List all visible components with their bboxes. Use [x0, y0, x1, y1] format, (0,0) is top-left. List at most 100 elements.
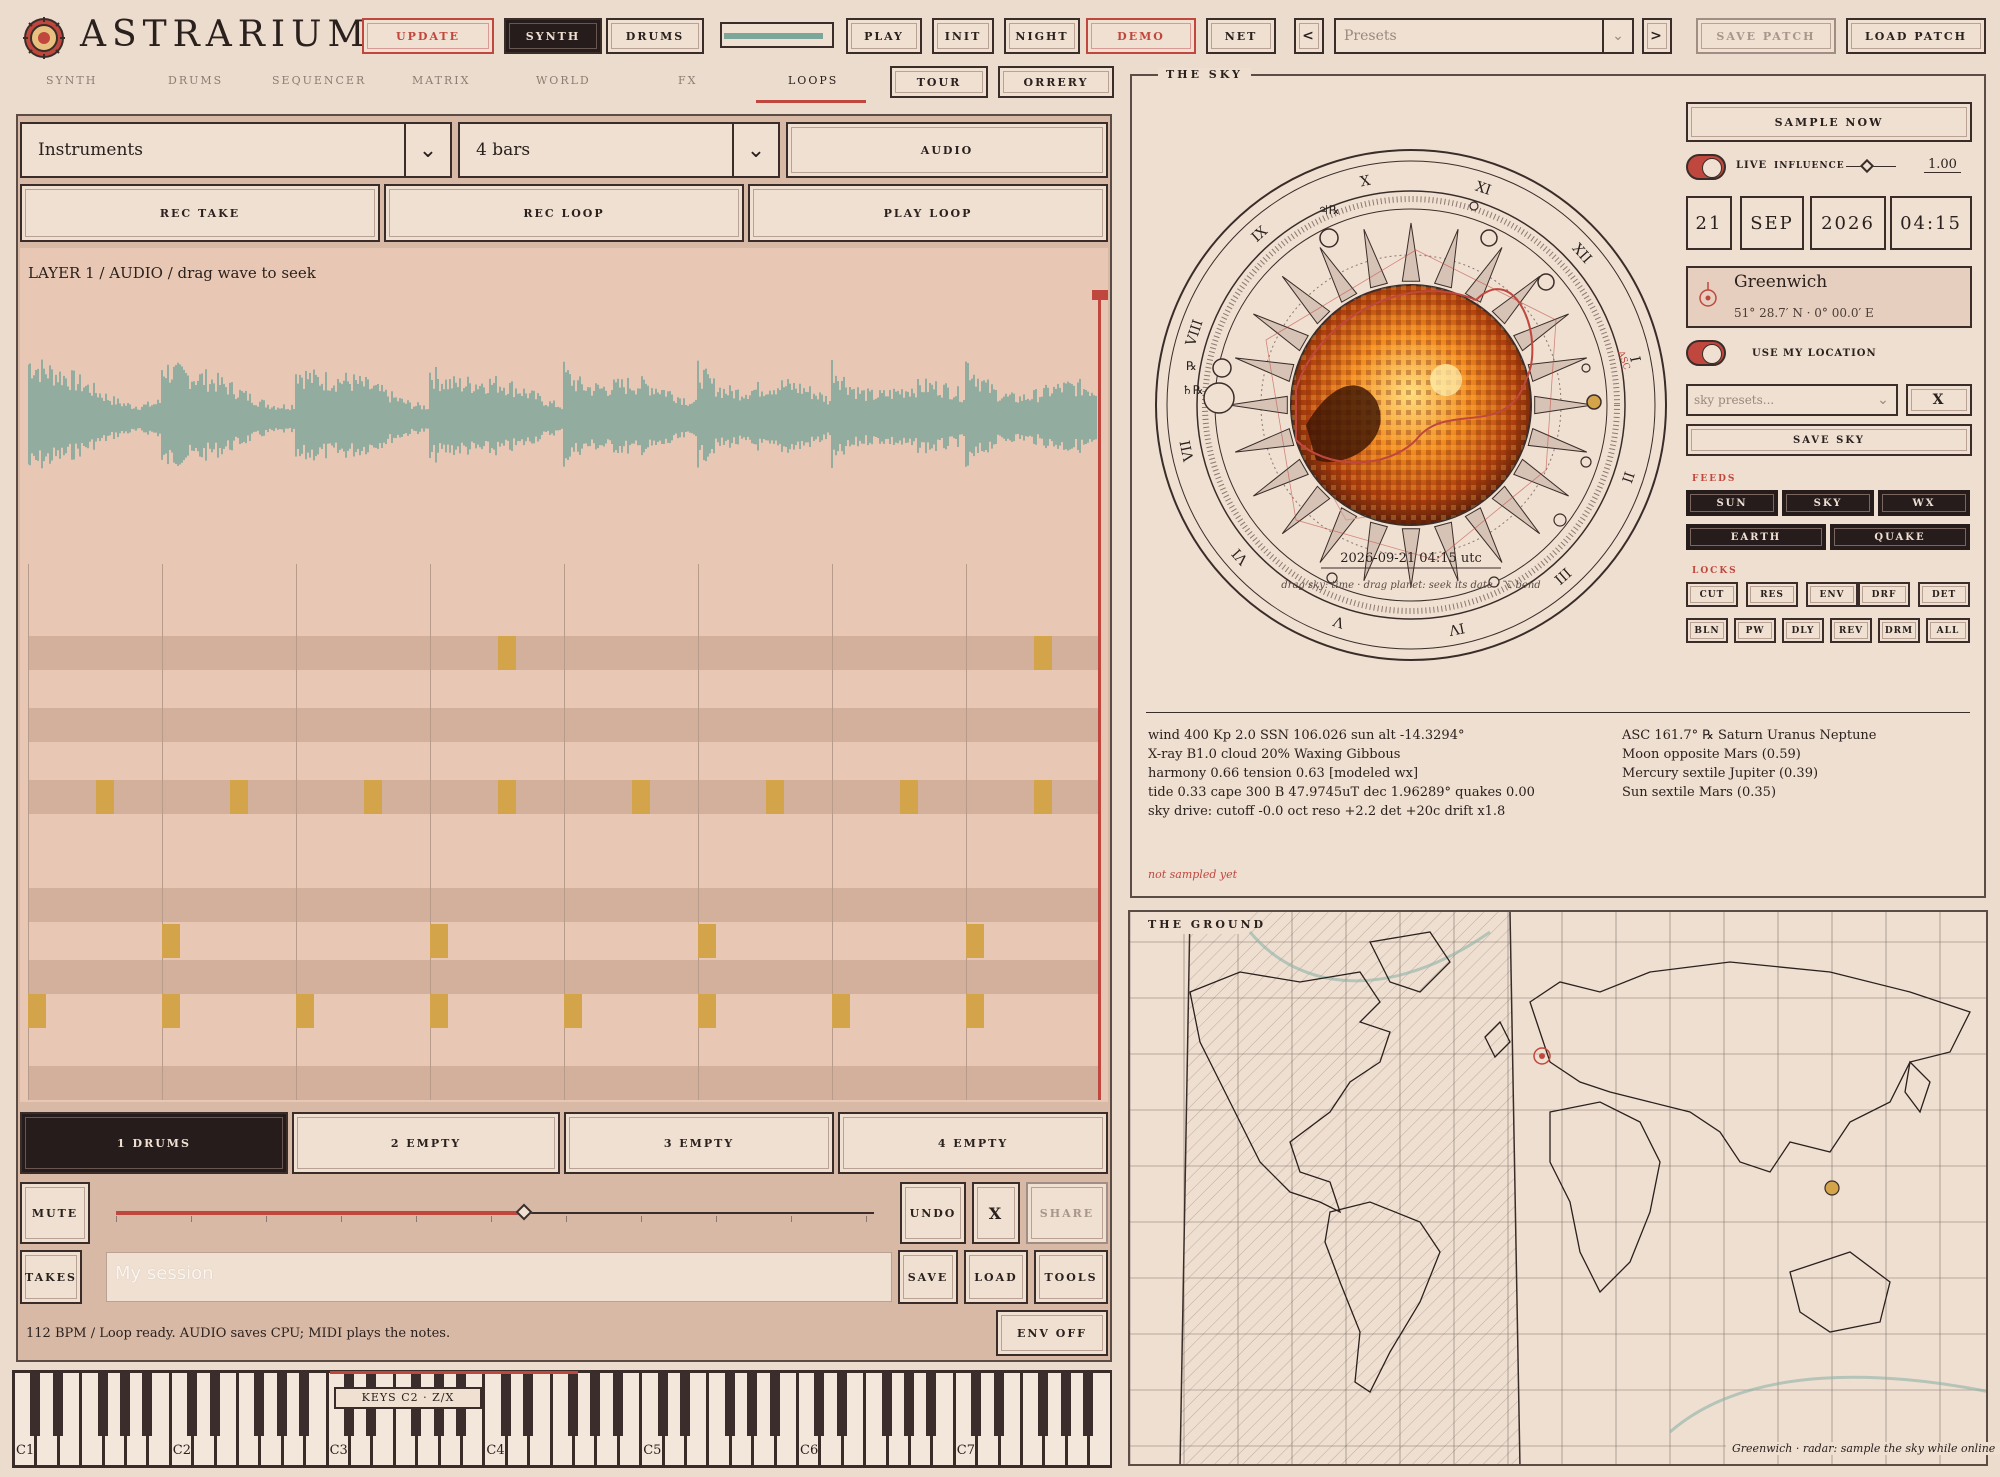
black-key[interactable]: [276, 1372, 287, 1436]
black-key[interactable]: [836, 1372, 847, 1436]
save-button[interactable]: SAVE: [898, 1250, 958, 1304]
tab-sequencer[interactable]: SEQUENCER: [272, 74, 366, 87]
black-key[interactable]: [1038, 1372, 1049, 1436]
note-cell[interactable]: [96, 780, 114, 814]
drums-button[interactable]: DRUMS: [606, 18, 704, 54]
playhead-handle[interactable]: [1092, 290, 1108, 300]
presets-select[interactable]: Presets ⌄: [1334, 18, 1634, 54]
note-cell[interactable]: [766, 780, 784, 814]
note-cell[interactable]: [364, 780, 382, 814]
slot-1-button[interactable]: 1 DRUMS: [20, 1112, 288, 1174]
night-button[interactable]: NIGHT: [1004, 18, 1080, 54]
sample-now-button[interactable]: SAMPLE NOW: [1686, 102, 1972, 142]
black-key[interactable]: [971, 1372, 982, 1436]
black-key[interactable]: [747, 1372, 758, 1436]
tab-loops[interactable]: LOOPS: [788, 74, 838, 87]
note-cell[interactable]: [430, 994, 448, 1028]
tour-button[interactable]: TOUR: [890, 66, 988, 98]
black-key[interactable]: [120, 1372, 130, 1436]
note-cell[interactable]: [900, 780, 918, 814]
mute-button[interactable]: MUTE: [20, 1182, 90, 1244]
note-cell[interactable]: [296, 994, 314, 1028]
note-cell[interactable]: [632, 780, 650, 814]
note-cell[interactable]: [698, 924, 716, 958]
preset-next-button[interactable]: >: [1642, 18, 1672, 54]
play-button[interactable]: PLAY: [846, 18, 922, 54]
lock-bln-button[interactable]: BLN: [1686, 618, 1728, 643]
note-cell[interactable]: [430, 924, 448, 958]
black-key[interactable]: [30, 1372, 41, 1436]
tab-drums[interactable]: DRUMS: [168, 74, 223, 87]
sky-presets-clear-button[interactable]: X: [1906, 384, 1972, 416]
note-cell[interactable]: [698, 994, 716, 1028]
black-key[interactable]: [187, 1372, 198, 1436]
loop-slider[interactable]: [116, 1200, 874, 1226]
note-cell[interactable]: [498, 780, 516, 814]
live-toggle[interactable]: [1686, 154, 1726, 180]
date-month[interactable]: SEP: [1740, 196, 1804, 250]
black-key[interactable]: [769, 1372, 780, 1436]
influence-thumb[interactable]: [1859, 158, 1875, 174]
feed-sun-button[interactable]: SUN: [1686, 490, 1778, 516]
env-off-button[interactable]: ENV OFF: [996, 1310, 1108, 1356]
update-button[interactable]: UPDATE: [362, 18, 494, 54]
feed-wx-button[interactable]: WX: [1878, 490, 1970, 516]
lock-dly-button[interactable]: DLY: [1782, 618, 1824, 643]
save-sky-button[interactable]: SAVE SKY: [1686, 424, 1972, 456]
note-cell[interactable]: [1034, 636, 1052, 670]
clear-button[interactable]: X: [972, 1182, 1020, 1244]
black-key[interactable]: [1083, 1372, 1094, 1436]
orrery-button[interactable]: ORRERY: [998, 66, 1114, 98]
note-cell[interactable]: [832, 994, 850, 1028]
lock-rev-button[interactable]: REV: [1830, 618, 1872, 643]
load-patch-button[interactable]: LOAD PATCH: [1846, 18, 1986, 54]
lock-res-button[interactable]: RES: [1746, 582, 1798, 607]
tab-matrix[interactable]: MATRIX: [412, 74, 470, 87]
demo-button[interactable]: DEMO: [1086, 18, 1196, 54]
black-key[interactable]: [568, 1372, 578, 1436]
lock-cut-button[interactable]: CUT: [1686, 582, 1738, 607]
date-year[interactable]: 2026: [1810, 196, 1886, 250]
black-key[interactable]: [500, 1372, 511, 1436]
note-cell[interactable]: [498, 636, 516, 670]
black-key[interactable]: [142, 1372, 153, 1436]
lock-env-button[interactable]: ENV: [1806, 582, 1858, 607]
init-button[interactable]: INIT: [932, 18, 994, 54]
note-cell[interactable]: [564, 994, 582, 1028]
black-key[interactable]: [590, 1372, 601, 1436]
black-key[interactable]: [52, 1372, 63, 1436]
black-key[interactable]: [254, 1372, 265, 1436]
share-button[interactable]: SHARE: [1026, 1182, 1108, 1244]
black-key[interactable]: [926, 1372, 937, 1436]
undo-button[interactable]: UNDO: [900, 1182, 966, 1244]
tools-button[interactable]: TOOLS: [1034, 1250, 1108, 1304]
black-key[interactable]: [612, 1372, 623, 1436]
black-key[interactable]: [1060, 1372, 1071, 1436]
lock-all-button[interactable]: ALL: [1926, 618, 1970, 643]
note-cell[interactable]: [230, 780, 248, 814]
black-key[interactable]: [881, 1372, 892, 1436]
note-cell[interactable]: [966, 924, 984, 958]
note-cell[interactable]: [1034, 780, 1052, 814]
save-patch-button[interactable]: SAVE PATCH: [1696, 18, 1836, 54]
waveform[interactable]: [28, 330, 1098, 510]
black-key[interactable]: [209, 1372, 220, 1436]
date-day[interactable]: 21: [1686, 196, 1732, 250]
slot-4-button[interactable]: 4 EMPTY: [838, 1112, 1108, 1174]
lock-drf-button[interactable]: DRF: [1858, 582, 1910, 607]
slot-2-button[interactable]: 2 EMPTY: [292, 1112, 560, 1174]
slot-3-button[interactable]: 3 EMPTY: [564, 1112, 834, 1174]
note-cell[interactable]: [162, 994, 180, 1028]
session-name-input[interactable]: My session: [106, 1252, 892, 1302]
note-cell[interactable]: [966, 994, 984, 1028]
black-key[interactable]: [904, 1372, 914, 1436]
bars-select[interactable]: 4 bars ⌄: [458, 122, 780, 178]
load-button[interactable]: LOAD: [964, 1250, 1028, 1304]
tab-synth[interactable]: SYNTH: [46, 74, 97, 87]
date-time[interactable]: 04:15: [1890, 196, 1972, 250]
rec-loop-button[interactable]: REC LOOP: [384, 184, 744, 242]
net-button[interactable]: NET: [1206, 18, 1276, 54]
black-key[interactable]: [680, 1372, 690, 1436]
black-key[interactable]: [299, 1372, 310, 1436]
takes-button[interactable]: TAKES: [20, 1250, 82, 1304]
